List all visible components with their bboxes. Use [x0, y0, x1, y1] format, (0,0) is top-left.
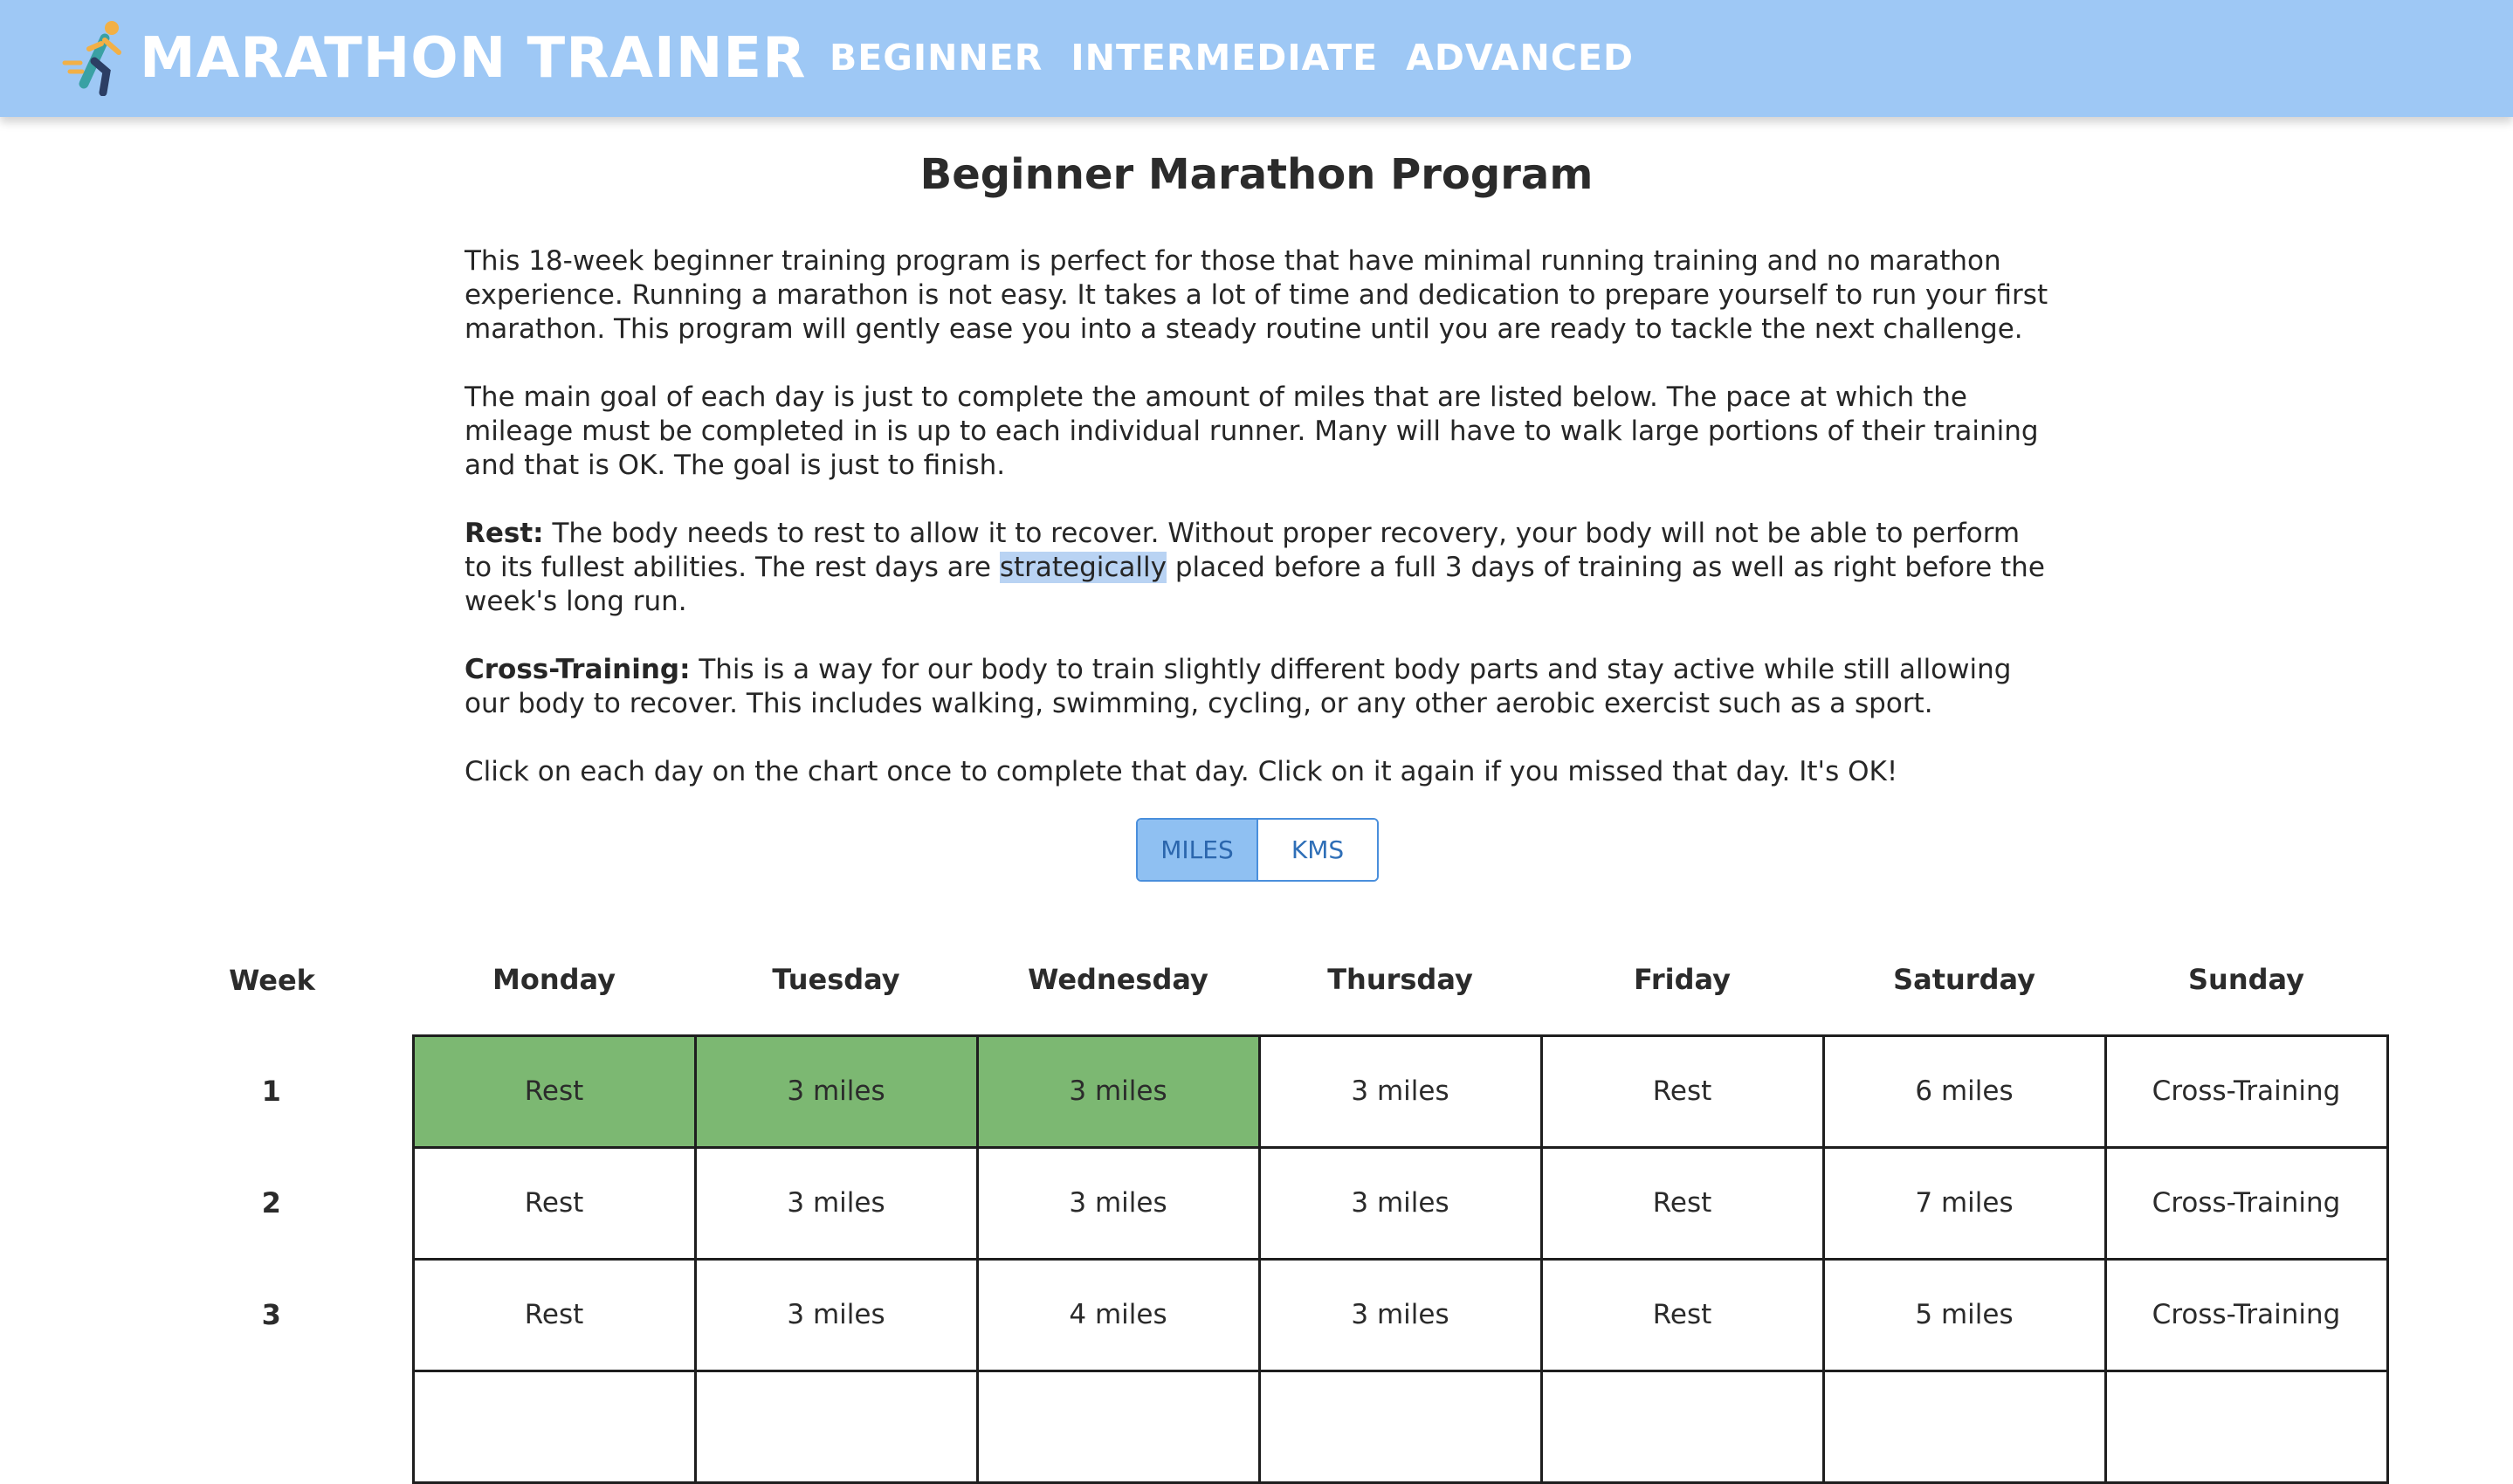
cross-training-text: This is a way for our body to train slig…: [465, 654, 2012, 719]
day-cell[interactable]: [975, 1369, 1261, 1484]
header-friday: Friday: [1634, 963, 1731, 997]
day-cell[interactable]: Rest: [411, 1257, 697, 1372]
header-wednesday: Wednesday: [1028, 963, 1208, 997]
instructions-paragraph: Click on each day on the chart once to c…: [465, 756, 1898, 787]
week-number: 3: [261, 1298, 281, 1331]
program-description: This 18-week beginner training program i…: [465, 244, 2054, 823]
cross-training-label: Cross-Training:: [465, 654, 691, 685]
table-row: 1 Rest 3 miles 3 miles 3 miles Rest 6 mi…: [131, 1034, 2389, 1149]
intro-paragraph: This 18-week beginner training program i…: [465, 245, 2048, 345]
day-cell[interactable]: [1539, 1369, 1825, 1484]
day-cell[interactable]: Rest: [1539, 1257, 1825, 1372]
day-cell[interactable]: 3 miles: [693, 1145, 979, 1261]
nav-advanced[interactable]: ADVANCED: [1406, 37, 1634, 79]
day-cell[interactable]: [693, 1369, 979, 1484]
day-cell[interactable]: Rest: [411, 1034, 697, 1149]
nav-intermediate[interactable]: INTERMEDIATE: [1071, 37, 1378, 79]
day-cell[interactable]: [411, 1369, 697, 1484]
day-cell[interactable]: 5 miles: [1821, 1257, 2107, 1372]
table-row: 3 Rest 3 miles 4 miles 3 miles Rest 5 mi…: [131, 1257, 2389, 1372]
day-cell[interactable]: [1257, 1369, 1543, 1484]
header-thursday: Thursday: [1327, 963, 1473, 997]
kms-button[interactable]: KMS: [1258, 820, 1377, 880]
day-cell[interactable]: [2103, 1369, 2389, 1484]
day-cell[interactable]: Rest: [411, 1145, 697, 1261]
day-cell[interactable]: 4 miles: [975, 1257, 1261, 1372]
nav-beginner[interactable]: BEGINNER: [830, 37, 1043, 79]
selected-text: strategically: [999, 552, 1167, 583]
day-cell[interactable]: 3 miles: [693, 1257, 979, 1372]
header-monday: Monday: [492, 963, 616, 997]
day-cell[interactable]: 3 miles: [975, 1034, 1261, 1149]
goal-paragraph: The main goal of each day is just to com…: [465, 381, 2039, 481]
day-cell[interactable]: 3 miles: [1257, 1145, 1543, 1261]
day-cell[interactable]: Cross-Training: [2103, 1145, 2389, 1261]
day-cell[interactable]: 6 miles: [1821, 1034, 2107, 1149]
day-cell[interactable]: [1821, 1369, 2107, 1484]
runner-logo-icon[interactable]: [61, 19, 133, 96]
week-number: [131, 1371, 413, 1482]
rest-label: Rest:: [465, 518, 544, 549]
day-cell[interactable]: 3 miles: [1257, 1257, 1543, 1372]
table-header-row: Week Monday Tuesday Wednesday Thursday F…: [131, 925, 2387, 1035]
day-cell[interactable]: 3 miles: [975, 1145, 1261, 1261]
day-cell[interactable]: Rest: [1539, 1034, 1825, 1149]
table-row: 2 Rest 3 miles 3 miles 3 miles Rest 7 mi…: [131, 1145, 2389, 1261]
week-number: 2: [261, 1186, 281, 1219]
training-schedule-table: Week Monday Tuesday Wednesday Thursday F…: [131, 925, 2389, 1484]
brand-title[interactable]: MARATHON TRAINER: [140, 26, 806, 91]
cross-training-paragraph: Cross-Training: This is a way for our bo…: [465, 653, 2054, 721]
header-sunday: Sunday: [2188, 963, 2304, 997]
week-number: 1: [261, 1075, 281, 1108]
header-tuesday: Tuesday: [772, 963, 900, 997]
day-cell[interactable]: Rest: [1539, 1145, 1825, 1261]
main-nav: BEGINNER INTERMEDIATE ADVANCED: [830, 37, 1634, 79]
top-navbar: MARATHON TRAINER BEGINNER INTERMEDIATE A…: [0, 0, 2513, 117]
table-row: [131, 1369, 2389, 1484]
miles-button[interactable]: MILES: [1138, 820, 1258, 880]
day-cell[interactable]: Cross-Training: [2103, 1257, 2389, 1372]
header-saturday: Saturday: [1893, 963, 2035, 997]
day-cell[interactable]: 3 miles: [1257, 1034, 1543, 1149]
day-cell[interactable]: Cross-Training: [2103, 1034, 2389, 1149]
day-cell[interactable]: 3 miles: [693, 1034, 979, 1149]
day-cell[interactable]: 7 miles: [1821, 1145, 2107, 1261]
unit-toggle: MILES KMS: [1136, 818, 1379, 882]
header-week: Week: [229, 964, 315, 997]
page-title: Beginner Marathon Program: [919, 150, 1594, 199]
rest-paragraph: Rest: The body needs to rest to allow it…: [465, 517, 2054, 619]
